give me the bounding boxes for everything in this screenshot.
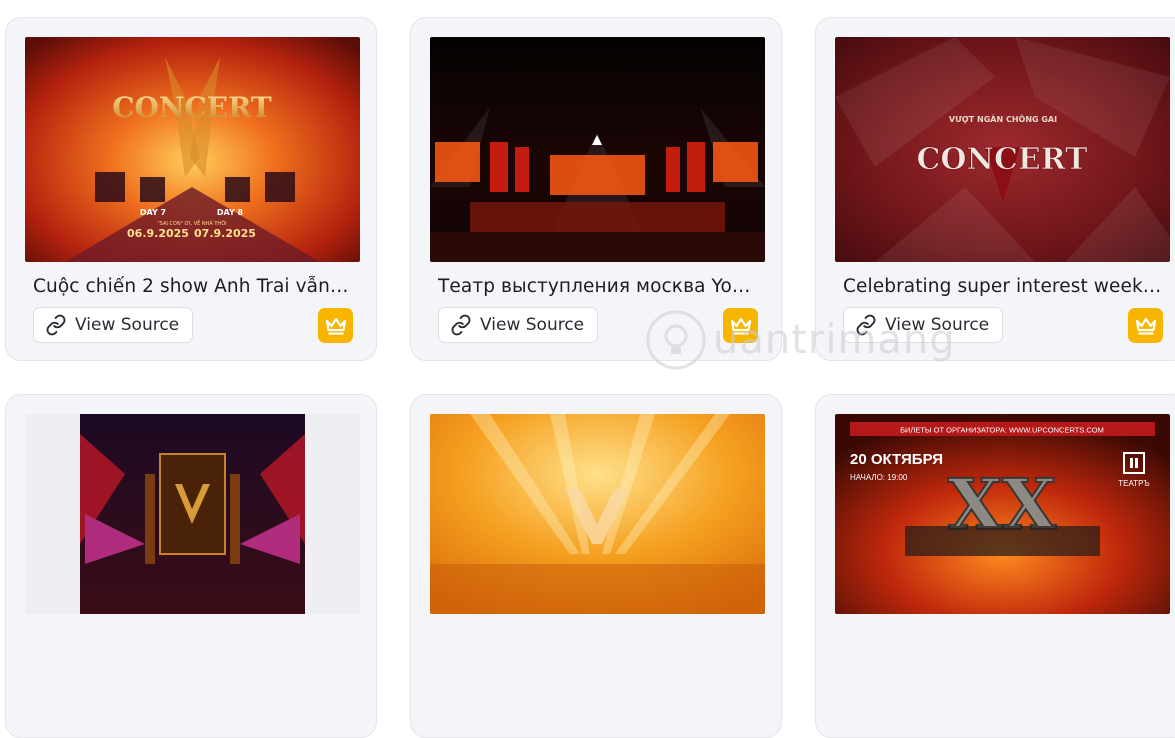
svg-text:DAY 8: DAY 8 bbox=[217, 208, 244, 217]
view-source-button[interactable]: View Source bbox=[843, 307, 1004, 343]
image-card-1[interactable]: CONCERT DAY 7 DAY 8 "SAI CON" ƠI, VỀ NHÀ… bbox=[5, 17, 377, 361]
view-source-button[interactable]: View Source bbox=[33, 307, 194, 343]
concert-poster-image[interactable]: CONCERT DAY 7 DAY 8 "SAI CON" ƠI, VỀ NHÀ… bbox=[25, 37, 360, 262]
svg-text:DAY 7: DAY 7 bbox=[140, 208, 166, 217]
link-icon bbox=[855, 314, 877, 336]
image-card-4[interactable] bbox=[5, 394, 377, 738]
image-card-6[interactable]: БИЛЕТЫ ОТ ОРГАНИЗАТОРА: WWW.UPCONCERTS.C… bbox=[815, 394, 1175, 738]
stage-photo-image[interactable] bbox=[25, 414, 360, 614]
view-source-label: View Source bbox=[480, 315, 585, 335]
view-source-button[interactable]: View Source bbox=[438, 307, 599, 343]
view-source-label: View Source bbox=[885, 315, 990, 335]
poster-venue: ТЕАТРЪ bbox=[1118, 479, 1150, 488]
card-title[interactable]: Театр выступления москва You... bbox=[438, 276, 758, 297]
image-card-3[interactable]: VƯỢT NGÀN CHÔNG GAI CONCERT Celebrating … bbox=[815, 17, 1175, 361]
poster-logo-text: CONCERT bbox=[917, 142, 1089, 177]
svg-text:07.9.2025: 07.9.2025 bbox=[194, 227, 256, 240]
crown-icon[interactable] bbox=[318, 308, 353, 343]
link-icon bbox=[450, 314, 472, 336]
crown-icon[interactable] bbox=[1128, 308, 1163, 343]
concert-poster-image[interactable]: VƯỢT NGÀN CHÔNG GAI CONCERT bbox=[835, 37, 1170, 262]
concert-poster-image[interactable]: БИЛЕТЫ ОТ ОРГАНИЗАТОРА: WWW.UPCONCERTS.C… bbox=[835, 414, 1170, 614]
image-card-5[interactable] bbox=[410, 394, 782, 738]
card-title[interactable]: Celebrating super interest week ... bbox=[843, 276, 1163, 297]
view-source-label: View Source bbox=[75, 315, 180, 335]
svg-text:"SAI CON" ƠI, VỀ NHÀ THÔI: "SAI CON" ƠI, VỀ NHÀ THÔI bbox=[157, 219, 226, 227]
poster-subtitle: VƯỢT NGÀN CHÔNG GAI bbox=[949, 113, 1057, 124]
crown-icon[interactable] bbox=[723, 308, 758, 343]
poster-logo-text: CONCERT bbox=[112, 91, 272, 124]
poster-time: НАЧАЛО: 19:00 bbox=[850, 473, 908, 482]
link-icon bbox=[45, 314, 67, 336]
stage-photo-image[interactable] bbox=[430, 414, 765, 614]
poster-banner: БИЛЕТЫ ОТ ОРГАНИЗАТОРА: WWW.UPCONCERTS.C… bbox=[900, 426, 1104, 435]
poster-date: 20 ОКТЯБРЯ bbox=[850, 451, 943, 468]
card-title[interactable]: Cuộc chiến 2 show Anh Trai vẫn ... bbox=[33, 276, 353, 297]
stage-photo-image[interactable] bbox=[430, 37, 765, 262]
svg-text:06.9.2025: 06.9.2025 bbox=[127, 227, 189, 240]
image-card-2[interactable]: Театр выступления москва You... View Sou… bbox=[410, 17, 782, 361]
